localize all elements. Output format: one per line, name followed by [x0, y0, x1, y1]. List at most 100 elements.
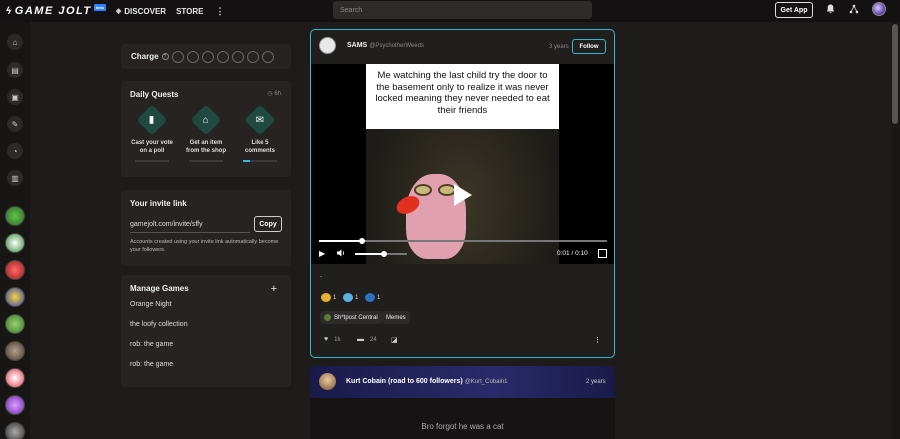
post-author[interactable]: Kurt Cobain (road to 600 followers) @Kurt…: [346, 378, 507, 385]
post-author-avatar[interactable]: [319, 373, 336, 390]
post-author-avatar[interactable]: [319, 37, 336, 54]
poll-icon: ▮: [136, 104, 168, 136]
quest-progress: [243, 160, 277, 162]
game-link[interactable]: rob: the game: [130, 361, 173, 368]
community-avatar[interactable]: [5, 422, 25, 439]
shop-icon: ⌂: [190, 104, 222, 136]
play-icon[interactable]: [447, 181, 475, 209]
quest-item[interactable]: ✉ Like 5 comments: [235, 104, 285, 162]
community-avatar[interactable]: [5, 233, 25, 253]
post-more-icon[interactable]: ⋮: [594, 336, 601, 344]
reaction-count: 1: [355, 294, 359, 301]
feed-post: Kurt Cobain (road to 600 followers) @Kurt…: [310, 366, 615, 439]
video-progress-bar[interactable]: [319, 238, 607, 244]
channel-tag[interactable]: Memes: [382, 311, 410, 324]
charge-label: Charge: [131, 52, 159, 61]
quest-item[interactable]: ▮ Cast your vote on a poll: [127, 104, 177, 162]
game-link[interactable]: rob: the game: [130, 341, 173, 348]
more-menu-icon[interactable]: ⋮: [216, 6, 225, 17]
reaction-emoji-icon: [343, 293, 353, 302]
video-player[interactable]: [310, 398, 615, 439]
bell-icon[interactable]: [826, 4, 835, 16]
library-icon[interactable]: ▥: [7, 170, 23, 186]
community-avatar: [324, 314, 331, 321]
community-avatar[interactable]: [5, 341, 25, 361]
post-author-handle: @Kurt_Cobain1: [464, 379, 508, 385]
community-tag[interactable]: Sh*tpost Central: [320, 311, 382, 324]
gamejolt-logo[interactable]: ϟ GAME JOLT beta: [6, 3, 106, 17]
reaction-chip[interactable]: 1: [365, 292, 380, 303]
video-progress-fill: [319, 240, 363, 242]
quests-timer-value: 6h: [274, 91, 281, 97]
post-time[interactable]: 2 years: [586, 379, 606, 385]
quest-item[interactable]: ⌂ Get an item from the shop: [181, 104, 231, 162]
help-icon[interactable]: ?: [161, 53, 169, 60]
community-avatar[interactable]: [5, 395, 25, 415]
home-icon[interactable]: ⌂: [7, 34, 23, 50]
like-button[interactable]: ♥ 1k: [324, 336, 341, 343]
daily-quests-card: Daily Quests ◷ 6h ▮ Cast your vote on a p…: [121, 81, 291, 177]
invite-description: Accounts created using your invite link …: [130, 239, 279, 253]
video-player[interactable]: Me watching the last child try the door …: [311, 64, 614, 264]
post-body-text: .: [320, 270, 323, 279]
get-app-button[interactable]: Get App: [775, 2, 813, 18]
post-time[interactable]: 3 years: [549, 44, 569, 50]
community-avatar[interactable]: [5, 368, 25, 388]
charge-orb: [201, 50, 214, 63]
comment-button[interactable]: ▬ 24: [357, 336, 377, 343]
quest-progress: [189, 160, 223, 162]
video-progress-handle[interactable]: [359, 238, 366, 244]
activity-icon[interactable]: [849, 4, 859, 16]
scrollbar-thumb[interactable]: [892, 24, 898, 124]
left-rail: ⌂ ▤ ▣ ✎ ◔ ▥: [0, 22, 30, 439]
community-avatar[interactable]: [5, 287, 25, 307]
play-small-icon[interactable]: ▶: [319, 249, 325, 258]
volume-icon[interactable]: [337, 249, 346, 259]
quest-label: Get an item from the shop: [186, 140, 226, 154]
search-input[interactable]: Search: [333, 1, 592, 19]
chat-icon[interactable]: ◔: [7, 143, 23, 159]
charge-orb: [171, 50, 184, 63]
inventory-icon[interactable]: ▣: [7, 89, 23, 105]
copy-button[interactable]: Copy: [254, 216, 282, 232]
fullscreen-icon[interactable]: [598, 249, 607, 258]
heart-icon: ♥: [324, 336, 329, 343]
reaction-count: 1: [333, 294, 337, 301]
charge-orb: [186, 50, 199, 63]
sticker-button[interactable]: ◪: [391, 336, 398, 344]
charge-orb: [261, 50, 274, 63]
quest-progress: [135, 160, 169, 162]
user-avatar[interactable]: [872, 2, 886, 16]
invite-card: Your invite link gamejolt.com/invite/sff…: [121, 190, 291, 266]
quest-label: Cast your vote on a poll: [131, 140, 173, 154]
charge-orb: [216, 50, 229, 63]
community-avatar[interactable]: [5, 260, 25, 280]
reaction-emoji-icon: [365, 293, 375, 302]
reaction-chip[interactable]: 1: [343, 292, 358, 303]
game-link[interactable]: the loofy collection: [130, 321, 188, 328]
game-link[interactable]: Orange Night: [130, 301, 172, 308]
nav-store[interactable]: STORE: [176, 7, 203, 16]
beta-badge: beta: [93, 3, 106, 11]
store-icon[interactable]: ▤: [7, 62, 23, 78]
community-avatar[interactable]: [5, 206, 25, 226]
follow-button[interactable]: Follow: [572, 39, 606, 54]
volume-slider[interactable]: [355, 251, 407, 257]
nav-discover[interactable]: ◈ DISCOVER: [116, 7, 166, 16]
character-eye: [414, 184, 432, 196]
video-caption: Me watching the last child try the door …: [366, 64, 559, 129]
quests-icon[interactable]: ✎: [7, 116, 23, 132]
volume-handle[interactable]: [380, 251, 387, 257]
invite-title: Your invite link: [130, 199, 187, 208]
sticker-icon: ◪: [391, 337, 398, 344]
reaction-chip[interactable]: 1: [321, 292, 336, 303]
add-game-icon[interactable]: +: [271, 283, 277, 295]
channel-tag-label: Memes: [386, 314, 406, 321]
post-author-name: Kurt Cobain (road to 600 followers): [346, 378, 463, 385]
post-author[interactable]: SAMS @PsychotherWeeds: [347, 42, 424, 49]
community-avatar[interactable]: [5, 314, 25, 334]
comment-icon: ▬: [357, 336, 364, 343]
manage-games-title: Manage Games: [130, 284, 189, 293]
invite-link-field[interactable]: gamejolt.com/invite/sffy: [130, 217, 250, 233]
charge-card: Charge ?: [121, 44, 291, 69]
